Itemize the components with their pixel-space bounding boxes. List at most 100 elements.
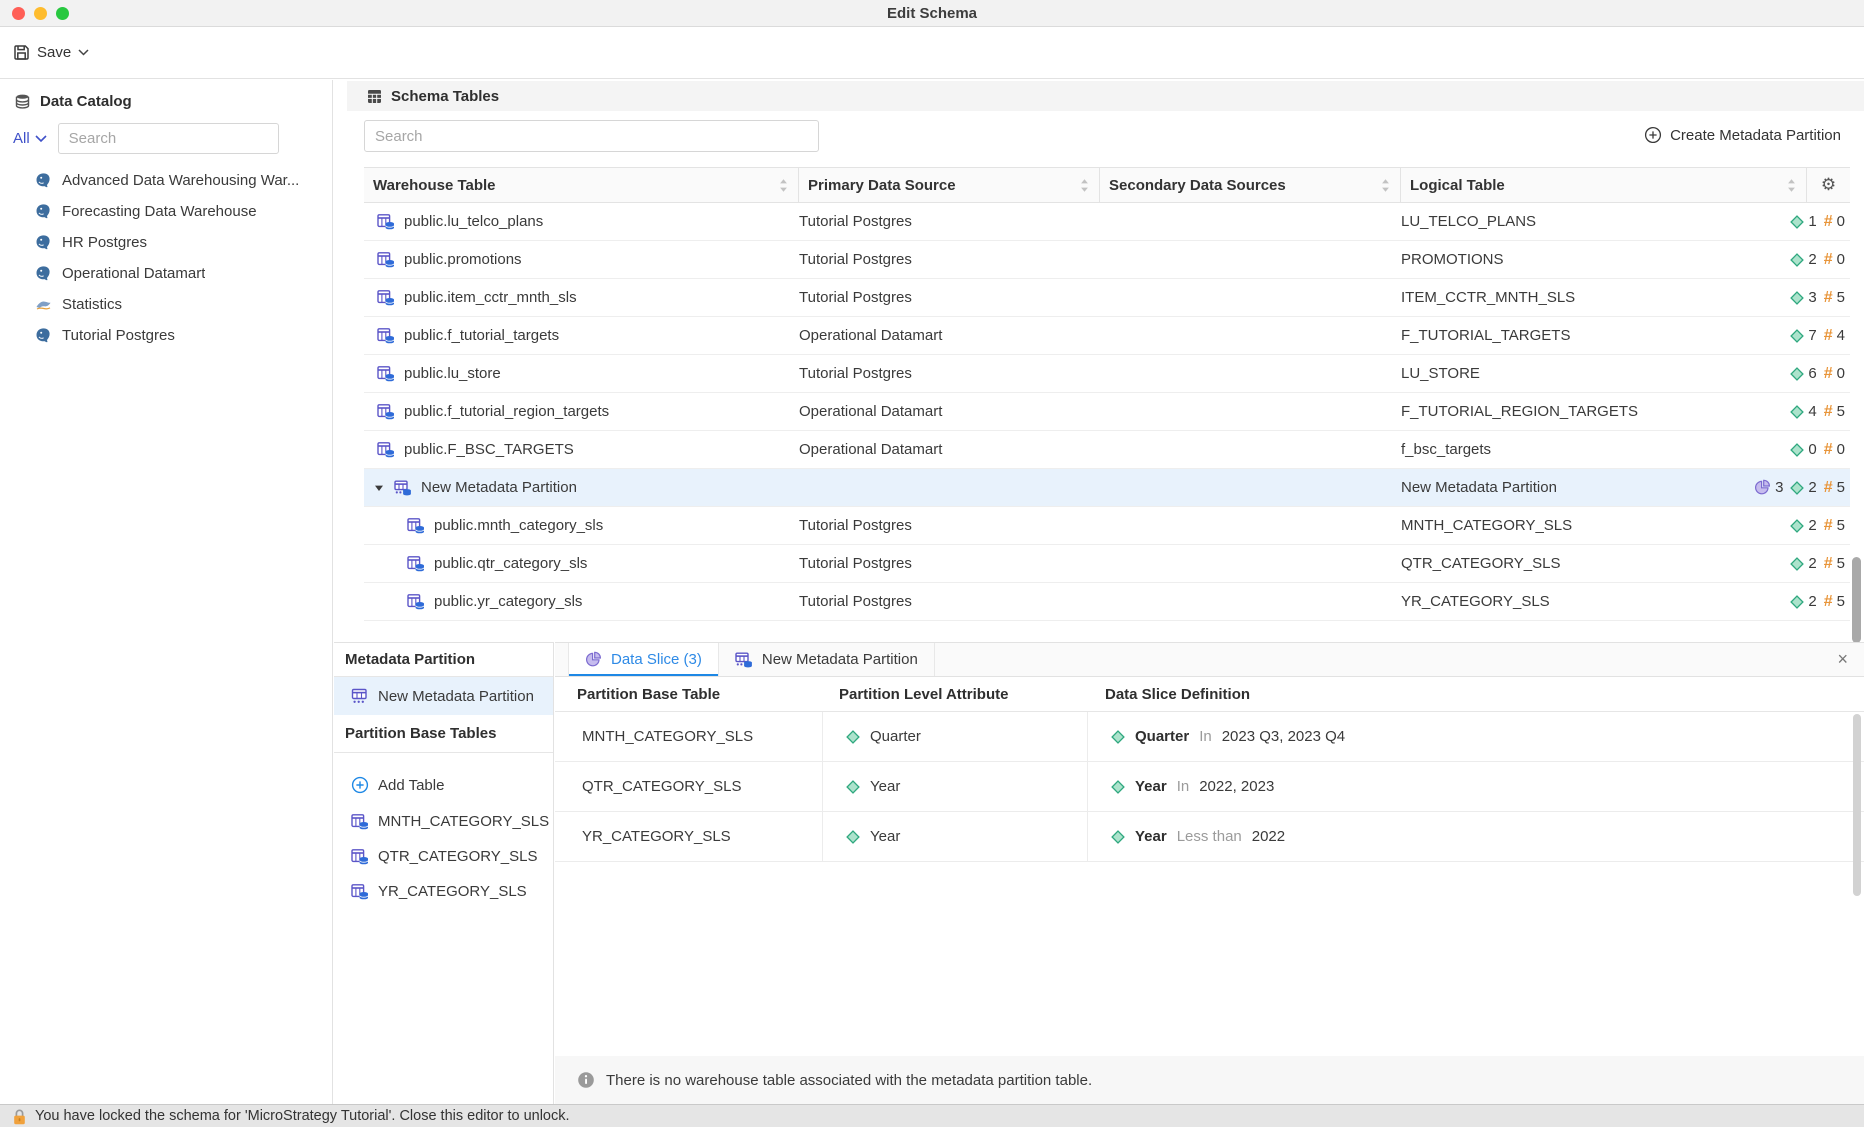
warehouse-cell: public.lu_telco_plans: [364, 213, 799, 231]
base-table-item-qtr-category-sls[interactable]: QTR_CATEGORY_SLS: [334, 839, 553, 874]
warehouse-table-row[interactable]: New Metadata PartitionNew Metadata Parti…: [364, 469, 1850, 507]
data-slice-row[interactable]: MNTH_CATEGORY_SLSQuarterQuarterIn2023 Q3…: [555, 712, 1864, 762]
warehouse-table-row[interactable]: public.qtr_category_slsTutorial Postgres…: [364, 545, 1850, 583]
column-header-warehouse-table[interactable]: Warehouse Table: [364, 168, 799, 202]
close-icon[interactable]: ×: [1837, 643, 1848, 675]
warehouse-table-row[interactable]: public.promotionsTutorial PostgresPROMOT…: [364, 241, 1850, 279]
data-catalog-search-input[interactable]: [58, 123, 279, 154]
attribute-count: 2: [1808, 517, 1816, 534]
status-message: You have locked the schema for 'MicroStr…: [35, 1108, 570, 1124]
partition-count-badge: 3: [1754, 479, 1783, 496]
primary-source-cell: Tutorial Postgres: [799, 289, 1100, 306]
save-dropdown-chevron-icon[interactable]: [78, 49, 89, 56]
save-button[interactable]: Save: [13, 44, 89, 61]
warehouse-cell: public.lu_store: [364, 365, 799, 383]
warehouse-cell: public.f_tutorial_targets: [364, 327, 799, 345]
add-table-button[interactable]: Add Table: [334, 766, 553, 804]
gear-icon[interactable]: ⚙: [1821, 177, 1836, 194]
primary-source-cell: Tutorial Postgres: [799, 251, 1100, 268]
warehouse-table-row[interactable]: public.F_BSC_TARGETSOperational Datamart…: [364, 431, 1850, 469]
stats-icon: [35, 296, 52, 313]
postgres-icon: [35, 172, 52, 189]
lock-icon: [12, 1107, 27, 1125]
diamond-icon: [1790, 519, 1804, 533]
create-metadata-partition-label: Create Metadata Partition: [1670, 127, 1841, 144]
caret-down-icon[interactable]: [373, 484, 385, 492]
slice-level-attribute-cell: Year: [823, 812, 1088, 861]
filter-dropdown[interactable]: All: [13, 130, 30, 147]
metadata-partition-title: Metadata Partition: [334, 643, 553, 677]
logical-table-cell: MNTH_CATEGORY_SLS: [1401, 517, 1807, 534]
filter-chevron-down-icon[interactable]: [35, 135, 47, 143]
warehouse-table-row[interactable]: public.f_tutorial_targetsOperational Dat…: [364, 317, 1850, 355]
sidebar-item-tutorial-postgres[interactable]: Tutorial Postgres: [0, 320, 332, 351]
sort-arrows-icon[interactable]: [1080, 178, 1089, 193]
slice-tabbar: Data Slice (3)New Metadata Partition ×: [555, 643, 1864, 677]
attribute-badge: 4: [1790, 403, 1816, 420]
warehouse-table-row[interactable]: public.yr_category_slsTutorial PostgresY…: [364, 583, 1850, 621]
create-metadata-partition-button[interactable]: Create Metadata Partition: [1644, 126, 1841, 144]
data-slice-row[interactable]: QTR_CATEGORY_SLSYearYearIn2022, 2023: [555, 762, 1864, 812]
definition-operator: Less than: [1177, 828, 1242, 845]
warehouse-table-icon: [377, 441, 395, 459]
add-table-label: Add Table: [378, 777, 444, 794]
diamond-icon: [846, 830, 860, 844]
datasource-label: Tutorial Postgres: [62, 327, 175, 344]
hash-icon: #: [1824, 213, 1833, 231]
window-titlebar: Edit Schema: [0, 0, 1864, 27]
warehouse-table-row[interactable]: public.lu_storeTutorial PostgresLU_STORE…: [364, 355, 1850, 393]
sidebar-item-forecasting-data-warehouse[interactable]: Forecasting Data Warehouse: [0, 196, 332, 227]
sidebar-item-advanced-data-warehousing-war[interactable]: Advanced Data Warehousing War...: [0, 165, 332, 196]
datasource-label: Statistics: [62, 296, 122, 313]
save-floppy-icon: [13, 44, 30, 61]
data-catalog-panel: Data Catalog All Advanced Data Warehousi…: [0, 80, 333, 1104]
zoom-window-button[interactable]: [56, 7, 69, 20]
fact-count: 4: [1837, 327, 1845, 344]
hash-icon: #: [1824, 289, 1833, 307]
base-table-item-yr-category-sls[interactable]: YR_CATEGORY_SLS: [334, 874, 553, 909]
partition-icon: [351, 687, 369, 705]
column-header-logical-table[interactable]: Logical Table: [1401, 168, 1807, 202]
sort-arrows-icon[interactable]: [1787, 178, 1796, 193]
schema-tables-search-input[interactable]: [364, 120, 819, 152]
warehouse-table-icon: [377, 327, 395, 345]
column-header-label: Warehouse Table: [373, 177, 496, 194]
minimize-window-button[interactable]: [34, 7, 47, 20]
sidebar-item-operational-datamart[interactable]: Operational Datamart: [0, 258, 332, 289]
diamond-icon: [1790, 215, 1804, 229]
warehouse-table-row[interactable]: public.mnth_category_slsTutorial Postgre…: [364, 507, 1850, 545]
schema-tables-scrollbar[interactable]: [1852, 557, 1861, 643]
base-table-item-mnth-category-sls[interactable]: MNTH_CATEGORY_SLS: [334, 804, 553, 839]
data-slice-row[interactable]: YR_CATEGORY_SLSYearYearLess than2022: [555, 812, 1864, 862]
slice-column-header-partition-level-attribute: Partition Level Attribute: [823, 677, 1088, 711]
attribute-count: 1: [1808, 213, 1816, 230]
table-grid-icon: [367, 89, 382, 104]
diamond-icon: [1790, 329, 1804, 343]
close-window-button[interactable]: [12, 7, 25, 20]
definition-operator: In: [1199, 728, 1212, 745]
warehouse-table-icon: [377, 403, 395, 421]
column-header-secondary-data-sources[interactable]: Secondary Data Sources: [1100, 168, 1401, 202]
tab-data-slice-3[interactable]: Data Slice (3): [568, 643, 719, 676]
slice-panel-scrollbar[interactable]: [1853, 714, 1861, 896]
slice-base-table-cell: QTR_CATEGORY_SLS: [555, 762, 823, 811]
warehouse-name: public.F_BSC_TARGETS: [404, 441, 574, 458]
slice-level-attribute-cell: Year: [823, 762, 1088, 811]
warehouse-table-row[interactable]: public.item_cctr_mnth_slsTutorial Postgr…: [364, 279, 1850, 317]
sort-arrows-icon[interactable]: [1381, 178, 1390, 193]
sidebar-item-statistics[interactable]: Statistics: [0, 289, 332, 320]
warehouse-table-row[interactable]: public.lu_telco_plansTutorial PostgresLU…: [364, 203, 1850, 241]
fact-badge: #5: [1824, 479, 1845, 497]
circle-plus-icon: [351, 776, 369, 794]
row-badges: 2#5: [1783, 507, 1845, 544]
partition-base-tables-list: MNTH_CATEGORY_SLSQTR_CATEGORY_SLS YR_CATE…: [334, 804, 553, 909]
tab-new-metadata-partition[interactable]: New Metadata Partition: [719, 643, 935, 676]
fact-badge: #5: [1824, 593, 1845, 611]
warehouse-name: public.f_tutorial_targets: [404, 327, 559, 344]
metadata-partition-item-selected[interactable]: New Metadata Partition: [334, 677, 553, 715]
warehouse-table-row[interactable]: public.f_tutorial_region_targetsOperatio…: [364, 393, 1850, 431]
sort-arrows-icon[interactable]: [779, 178, 788, 193]
sidebar-item-hr-postgres[interactable]: HR Postgres: [0, 227, 332, 258]
column-header-primary-data-source[interactable]: Primary Data Source: [799, 168, 1100, 202]
base-table-label: YR_CATEGORY_SLS: [378, 883, 527, 900]
